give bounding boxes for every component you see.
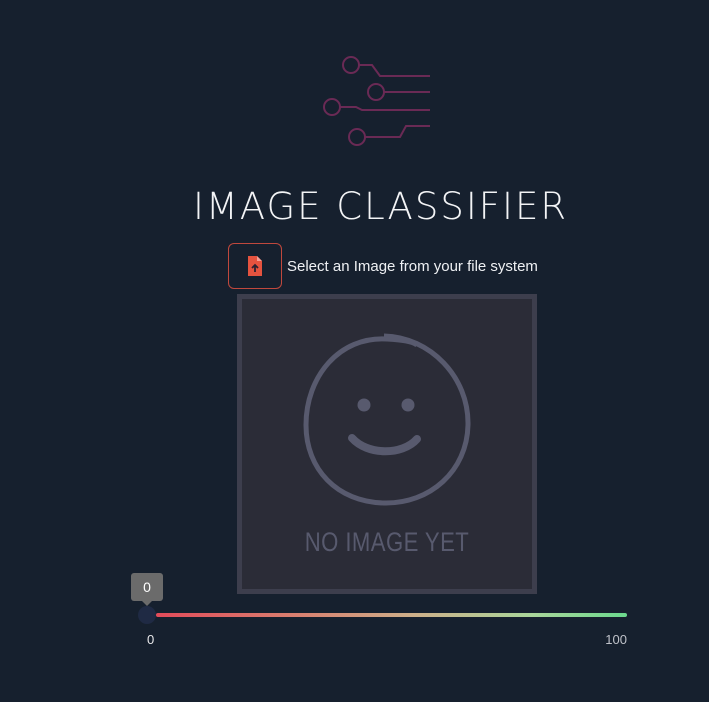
upload-button[interactable] bbox=[228, 243, 282, 289]
page-title: IMAGE CLASSIFIER bbox=[192, 185, 569, 228]
slider-min-label: 0 bbox=[147, 632, 155, 647]
no-image-text: NO IMAGE YET bbox=[304, 527, 470, 557]
upload-label: Select an Image from your file system bbox=[287, 257, 538, 275]
slider-max-label: 100 bbox=[605, 632, 627, 647]
upload-row: Select an Image from your file system bbox=[228, 242, 538, 290]
image-preview: NO IMAGE YET bbox=[237, 294, 537, 594]
threshold-slider[interactable]: 0 0 100 bbox=[131, 572, 638, 652]
circuit-traces-icon bbox=[323, 56, 430, 146]
file-upload-icon bbox=[248, 256, 262, 276]
slider-track[interactable] bbox=[156, 613, 627, 617]
app-page: IMAGE CLASSIFIER Select an Image from yo… bbox=[0, 0, 709, 702]
slider-value-tooltip: 0 bbox=[131, 573, 163, 606]
slider-thumb[interactable] bbox=[138, 606, 156, 624]
